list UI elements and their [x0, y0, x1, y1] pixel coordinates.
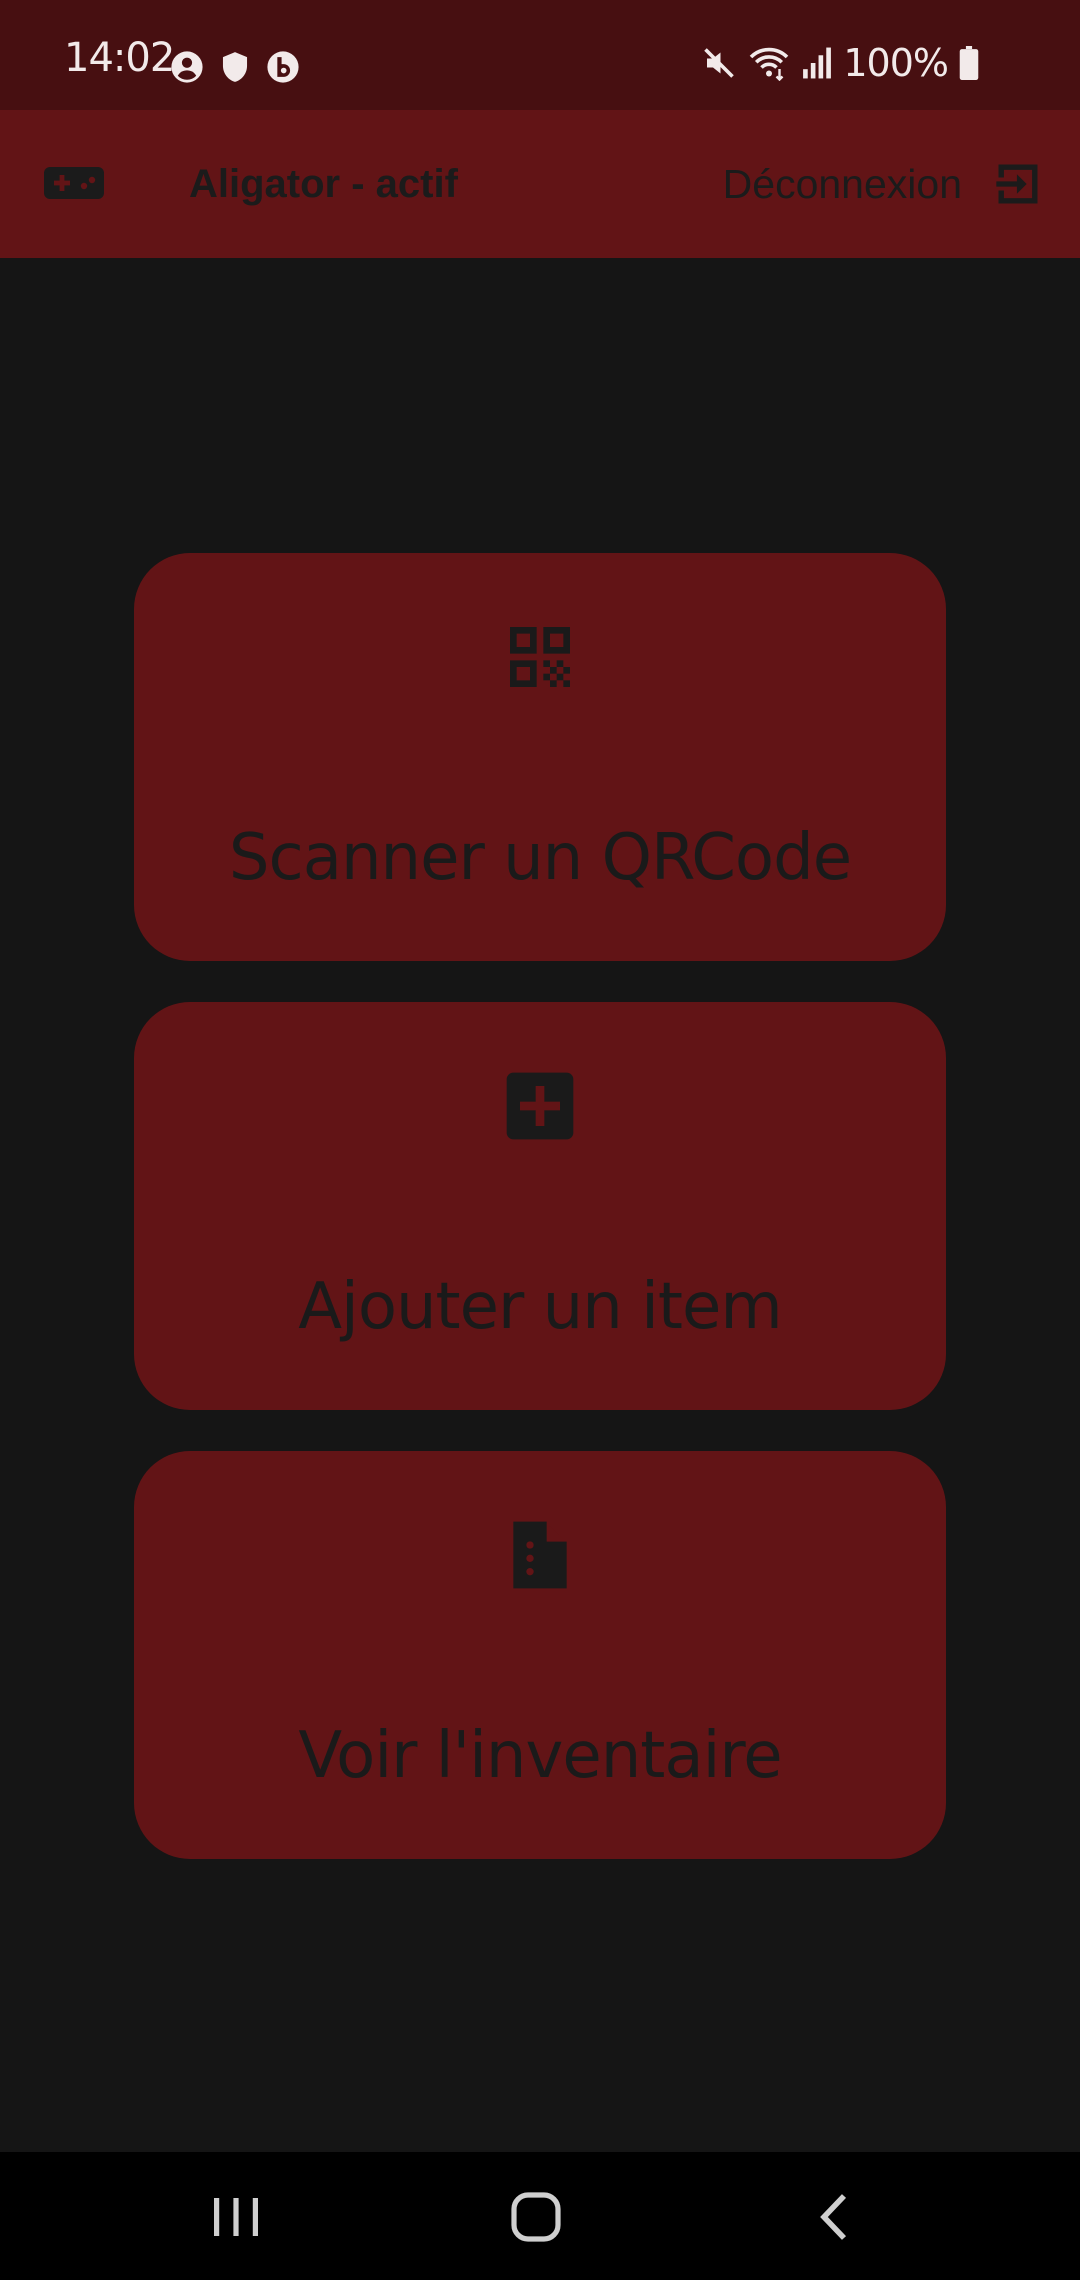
battery-percent: 100% — [843, 41, 949, 85]
system-nav-bar — [0, 2152, 1080, 2280]
add-box-icon — [506, 1072, 574, 1140]
add-item-label: Ajouter un item — [298, 1270, 782, 1344]
recents-icon[interactable] — [206, 2192, 266, 2242]
app-bar: Aligator - actif Déconnexion — [0, 110, 1080, 258]
shield-icon — [222, 52, 248, 82]
gamepad-icon — [44, 167, 104, 199]
logout-button[interactable]: Déconnexion — [723, 154, 1044, 214]
qrcode-icon — [510, 627, 570, 687]
status-left-icons — [170, 50, 300, 84]
view-inventory-button[interactable]: Voir l'inventaire — [134, 1451, 946, 1859]
status-right-icons: 100% — [701, 44, 980, 82]
scan-qrcode-button[interactable]: Scanner un QRCode — [134, 553, 946, 961]
view-inventory-label: Voir l'inventaire — [298, 1719, 782, 1793]
battery-icon — [959, 46, 979, 80]
status-time: 14:02 — [64, 35, 175, 81]
mute-icon — [704, 48, 735, 78]
add-item-button[interactable]: Ajouter un item — [134, 1002, 946, 1410]
scan-qrcode-label: Scanner un QRCode — [228, 821, 852, 895]
wifi-icon — [750, 47, 789, 81]
home-icon[interactable] — [508, 2192, 568, 2242]
logout-icon — [996, 164, 1038, 204]
back-icon[interactable] — [808, 2192, 868, 2242]
logout-label: Déconnexion — [722, 160, 962, 207]
b-app-icon — [267, 51, 299, 83]
page-title: Aligator - actif — [189, 162, 458, 206]
inventory-file-icon — [513, 1521, 567, 1589]
account-circle-icon — [171, 51, 203, 83]
status-bar: 14:02 100% — [0, 0, 1080, 110]
signal-icon — [803, 47, 832, 79]
